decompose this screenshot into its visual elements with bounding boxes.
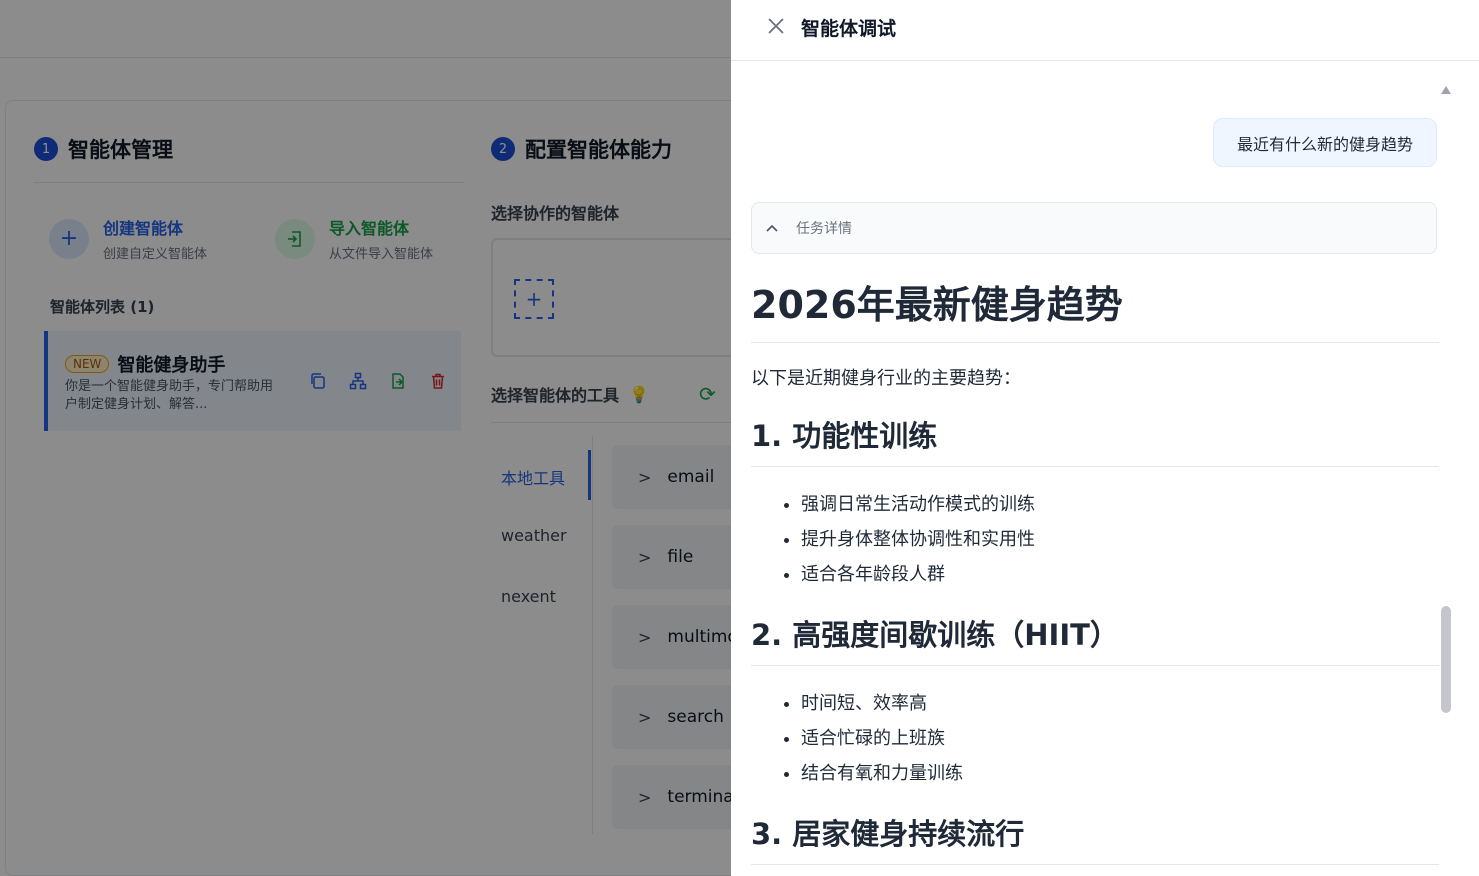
response-intro: 以下是近期健身行业的主要趋势： xyxy=(751,368,1021,389)
agent-debug-drawer: 智能体调试 最近有什么新的健身趋势 任务详情 2026年最新健身趋势 以下是近期… xyxy=(731,0,1479,876)
list-item: 结合有氧和力量训练 xyxy=(801,756,1439,791)
response-title: 2026年最新健身趋势 xyxy=(751,280,1439,343)
assistant-response: 2026年最新健身趋势 以下是近期健身行业的主要趋势： 1. 功能性训练 强调日… xyxy=(751,280,1439,876)
list-item: 适合各年龄段人群 xyxy=(801,557,1439,592)
scroll-up-arrow-icon[interactable] xyxy=(1441,86,1451,94)
section-list: 时间短、效率高 适合忙碌的上班族 结合有氧和力量训练 xyxy=(801,686,1439,791)
section-heading: 3. 居家健身持续流行 xyxy=(751,813,1439,865)
chevron-up-icon xyxy=(766,220,778,236)
list-item: 提升身体整体协调性和实用性 xyxy=(801,522,1439,557)
task-details-label: 任务详情 xyxy=(796,221,852,237)
drawer-header: 智能体调试 xyxy=(731,0,1479,61)
user-message-bubble: 最近有什么新的健身趋势 xyxy=(1213,118,1437,167)
section-heading: 1. 功能性训练 xyxy=(751,415,1439,467)
modal-overlay[interactable] xyxy=(0,0,731,876)
drawer-title: 智能体调试 xyxy=(801,18,897,40)
section-list: 强调日常生活动作模式的训练 提升身体整体协调性和实用性 适合各年龄段人群 xyxy=(801,487,1439,592)
scrollbar-thumb[interactable] xyxy=(1441,606,1451,713)
list-item: 强调日常生活动作模式的训练 xyxy=(801,487,1439,522)
task-details-toggle[interactable]: 任务详情 xyxy=(751,202,1437,254)
section-heading: 2. 高强度间歇训练（HIIT） xyxy=(751,614,1439,666)
close-icon[interactable] xyxy=(763,13,789,39)
list-item: 适合忙碌的上班族 xyxy=(801,721,1439,756)
list-item: 时间短、效率高 xyxy=(801,686,1439,721)
